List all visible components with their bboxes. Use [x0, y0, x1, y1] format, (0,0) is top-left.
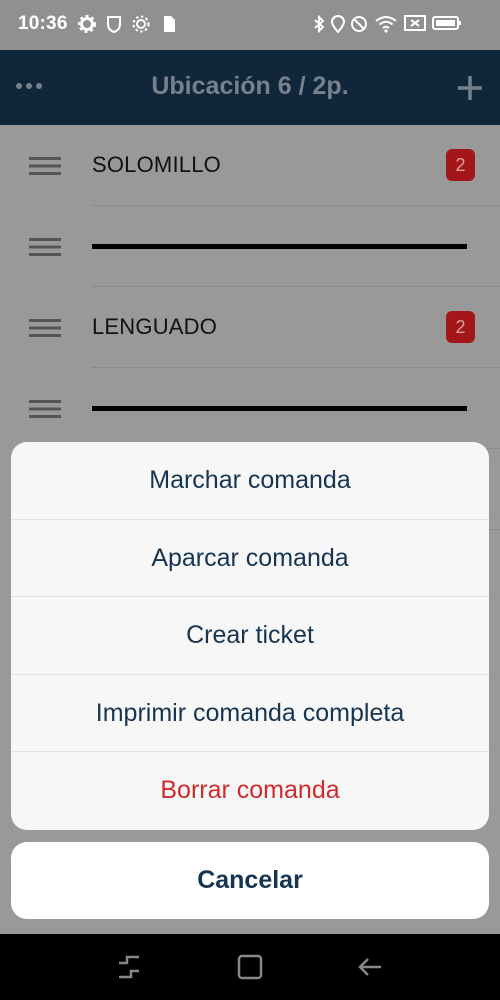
list-item[interactable]: LENGUADO 2	[0, 287, 500, 368]
list-item-label: LENGUADO	[92, 314, 218, 339]
create-ticket-button[interactable]: Crear ticket	[11, 597, 489, 675]
cast-icon	[404, 15, 426, 31]
app-bar: Ubicación 6 / 2p.	[0, 50, 500, 125]
separator-line	[92, 406, 467, 411]
plus-icon[interactable]	[456, 74, 484, 102]
bluetooth-icon	[314, 15, 325, 33]
march-order-button[interactable]: Marchar comanda	[11, 442, 489, 520]
back-icon[interactable]	[357, 954, 383, 980]
list-item[interactable]	[0, 368, 500, 449]
location-icon	[331, 15, 345, 33]
home-icon[interactable]	[237, 954, 263, 980]
status-time: 10:36	[18, 13, 68, 34]
sim-icon	[164, 16, 175, 32]
settings-icon	[132, 15, 150, 33]
system-nav-bar	[0, 934, 500, 1000]
park-order-button[interactable]: Aparcar comanda	[11, 520, 489, 598]
print-full-order-button[interactable]: Imprimir comanda completa	[11, 675, 489, 753]
quantity-badge: 2	[446, 149, 475, 181]
separator-line	[92, 244, 467, 249]
drag-handle-icon[interactable]	[29, 319, 61, 337]
dnd-icon	[351, 16, 367, 32]
page-title: Ubicación 6 / 2p.	[151, 72, 349, 100]
list-item[interactable]	[0, 206, 500, 287]
action-sheet: Marchar comanda Aparcar comanda Crear ti…	[11, 442, 489, 830]
drag-handle-icon[interactable]	[29, 157, 61, 175]
cancel-button[interactable]: Cancelar	[11, 842, 489, 919]
recents-icon[interactable]	[116, 954, 142, 980]
list-item-label: SOLOMILLO	[92, 152, 221, 177]
drag-handle-icon[interactable]	[29, 238, 61, 256]
gear-icon	[78, 15, 96, 33]
list-item[interactable]: SOLOMILLO 2	[0, 125, 500, 206]
status-bar: 10:36	[0, 0, 500, 50]
shield-icon	[107, 16, 121, 33]
delete-order-button[interactable]: Borrar comanda	[11, 752, 489, 830]
quantity-badge: 2	[446, 311, 475, 343]
wifi-icon	[375, 16, 397, 33]
drag-handle-icon[interactable]	[29, 400, 61, 418]
battery-icon	[432, 16, 461, 30]
